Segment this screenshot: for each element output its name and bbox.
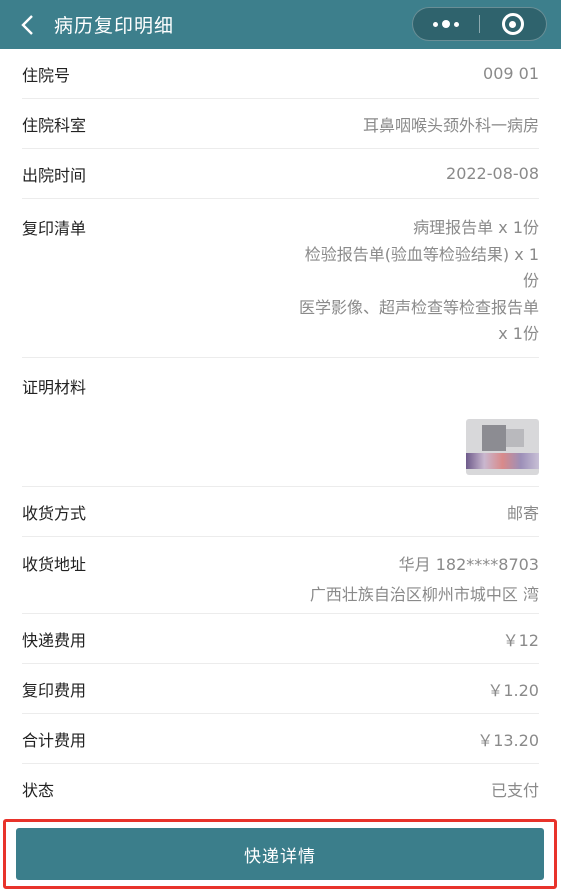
page-title: 病历复印明细 (54, 15, 175, 37)
close-button[interactable] (480, 7, 546, 41)
express-fee-label: 快递费用 (22, 630, 87, 650)
address-label: 收货地址 (22, 555, 87, 574)
detail-list: 住院号 009 01 住院科室 耳鼻咽喉头颈外科一病房 出院时间 2022-08… (0, 49, 561, 814)
mini-program-capsule (412, 7, 547, 41)
copy-list-items: 病理报告单 x 1份 检验报告单(验血等检验结果) x 1份 医学影像、超声检查… (299, 215, 539, 348)
delivery-method-label: 收货方式 (22, 503, 87, 523)
express-detail-highlight: 快递详情 (3, 819, 557, 889)
proof-thumbnail[interactable] (466, 419, 539, 475)
express-fee-row: 快递费用 ￥12 (22, 614, 539, 664)
copy-fee-row: 复印费用 ￥1.20 (22, 664, 539, 714)
navbar: 病历复印明细 (0, 0, 561, 49)
total-fee-row: 合计费用 ￥13.20 (22, 714, 539, 764)
more-dots-icon (433, 21, 438, 27)
express-detail-button[interactable]: 快递详情 (16, 828, 544, 880)
discharge-time-value: 2022-08-08 (446, 164, 539, 183)
status-row: 状态 已支付 (22, 764, 539, 814)
address-contact: 华月 182****8703 (398, 555, 539, 574)
express-fee-value: ￥12 (502, 630, 539, 650)
copy-list-label: 复印清单 (22, 219, 87, 238)
mini-program-close-icon (501, 13, 524, 35)
copy-list-item: 病理报告单 x 1份 (413, 218, 539, 237)
address-line: 广西壮族自治区柳州市城中区 湾 (309, 585, 539, 604)
discharge-time-label: 出院时间 (22, 165, 87, 185)
copy-list-item: 检验报告单(验血等检验结果) x 1份 (304, 244, 539, 291)
copy-fee-value: ￥1.20 (487, 680, 539, 700)
delivery-method-value: 邮寄 (506, 503, 539, 523)
proof-label: 证明材料 (22, 378, 87, 397)
department-value: 耳鼻咽喉头颈外科一病房 (362, 115, 539, 135)
department-row: 住院科室 耳鼻咽喉头颈外科一病房 (22, 99, 539, 149)
back-button[interactable] (8, 0, 48, 49)
total-fee-label: 合计费用 (22, 730, 87, 750)
address-row: 收货地址 华月 182****8703 广西壮族自治区柳州市城中区 湾 (22, 537, 539, 614)
admission-no-value: 009 01 (483, 64, 539, 83)
admission-no-row: 住院号 009 01 (22, 49, 539, 99)
department-label: 住院科室 (22, 115, 87, 135)
more-button[interactable] (413, 7, 479, 41)
copy-list-row: 复印清单 病理报告单 x 1份 检验报告单(验血等检验结果) x 1份 医学影像… (22, 199, 539, 358)
delivery-method-row: 收货方式 邮寄 (22, 487, 539, 537)
status-label: 状态 (22, 781, 55, 800)
chevron-left-icon (21, 14, 33, 35)
copy-fee-label: 复印费用 (22, 680, 87, 700)
discharge-time-row: 出院时间 2022-08-08 (22, 149, 539, 199)
admission-no-label: 住院号 (22, 65, 71, 85)
copy-list-item: 医学影像、超声检查等检查报告单 x 1份 (299, 297, 540, 344)
total-fee-value: ￥13.20 (477, 730, 539, 750)
proof-row: 证明材料 (22, 358, 539, 487)
status-value: 已支付 (490, 781, 539, 800)
